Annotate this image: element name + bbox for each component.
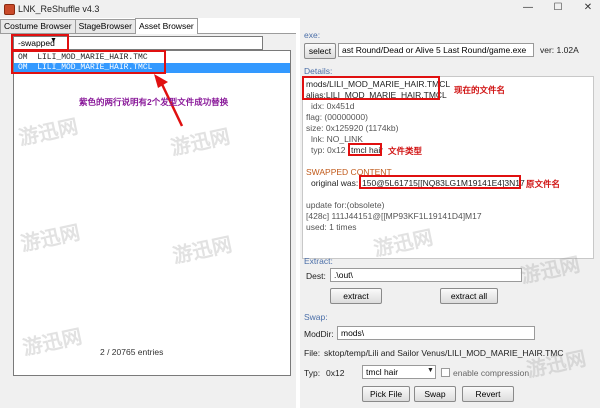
typ-prefix: typ: 0x12	[311, 145, 346, 155]
typ-label: Typ:	[304, 368, 321, 378]
maximize-icon[interactable]: ☐	[552, 2, 564, 13]
details-panel: exe: select ast Round/Dead or Alive 5 La…	[300, 18, 600, 408]
entries-count: 2 / 20765 entries	[100, 347, 164, 357]
asset-browser-panel: -swapped ▼ OM LILI_MOD_MARIE_HAIR.TMC OM…	[0, 34, 296, 408]
note-file-type: 文件类型	[388, 146, 423, 156]
lnk-value: lnk: NO_LINK	[311, 134, 363, 144]
window-title: LNK_ReShuffle v4.3	[18, 4, 100, 14]
swap-section-label: Swap:	[304, 312, 328, 322]
dest-label: Dest:	[306, 271, 326, 281]
typ-select[interactable]: tmcl hair	[362, 365, 436, 379]
watermark: 游迅网	[371, 226, 436, 261]
tab-costume-browser[interactable]: Costume Browser	[0, 19, 76, 33]
extract-section-label: Extract:	[304, 256, 333, 266]
swap-button[interactable]: Swap	[414, 386, 456, 402]
details-section-label: Details:	[304, 66, 333, 76]
size-value: size: 0x125920 (1174kb)	[306, 123, 399, 133]
list-item[interactable]: OM LILI_MOD_MARIE_HAIR.TMC	[14, 53, 290, 63]
typ-value: tmcl hair	[351, 145, 384, 155]
app-icon	[4, 3, 15, 15]
extract-button[interactable]: extract	[330, 288, 382, 304]
swap-annotation-text: 紫色的两行说明有2个发型文件成功替换	[79, 97, 229, 107]
filter-row: -swapped ▼	[13, 36, 293, 50]
title-bar: LNK_ReShuffle v4.3 — ☐ ✕	[0, 0, 600, 18]
note-current-filename: 现在的文件名	[454, 85, 506, 95]
file-label: File:	[304, 348, 321, 358]
alias-path: alias:LILI_MOD_MARIE_HAIR.TMCL	[306, 90, 447, 100]
close-icon[interactable]: ✕	[582, 2, 594, 13]
original-prefix: original was:	[311, 178, 359, 188]
note-original-filename: 原文件名	[526, 179, 561, 189]
moddir-field[interactable]: mods\	[337, 326, 535, 340]
list-item-selected[interactable]: OM LILI_MOD_MARIE_HAIR.TMCL	[14, 63, 290, 73]
minimize-icon[interactable]: —	[522, 2, 534, 13]
used-count: used: 1 times	[306, 222, 357, 232]
tab-stage-browser[interactable]: StageBrowser	[74, 19, 136, 33]
extract-all-button[interactable]: extract all	[440, 288, 498, 304]
mods-path: mods/LILI_MOD_MARIE_HAIR.TMCL	[306, 79, 451, 89]
dest-field[interactable]: .\out\	[330, 268, 522, 282]
revert-button[interactable]: Revert	[462, 386, 514, 402]
select-exe-button[interactable]: select	[304, 43, 336, 59]
compression-label: enable compression	[453, 368, 530, 378]
original-value: 150@5L61715[[NQ83LG1M19141E4]3N17	[362, 178, 525, 188]
window-controls: — ☐ ✕	[522, 2, 594, 13]
version-label: ver: 1.02A	[540, 45, 579, 55]
chevron-down-icon[interactable]: ▼	[427, 367, 434, 374]
swapped-content-title: SWAPPED CONTENT	[306, 167, 392, 177]
flag-value: flag: (00000000)	[306, 112, 368, 122]
tab-bar: Costume Browser StageBrowser Asset Brows…	[0, 18, 296, 34]
pick-file-button[interactable]: Pick File	[362, 386, 410, 402]
tab-asset-browser[interactable]: Asset Browser	[134, 18, 198, 34]
typ-code: 0x12	[326, 368, 345, 378]
moddir-label: ModDir:	[304, 329, 334, 339]
idx-value: idx: 0x451d	[311, 101, 355, 111]
details-box: mods/LILI_MOD_MARIE_HAIR.TMCL alias:LILI…	[302, 76, 594, 261]
file-path: sktop/temp/Lili and Sailor Venus/LILI_MO…	[324, 348, 564, 358]
exe-path-field[interactable]: ast Round/Dead or Alive 5 Last Round/gam…	[338, 43, 534, 57]
update-for: update for:(obsolete)	[306, 200, 385, 210]
chevron-down-icon[interactable]: ▼	[50, 37, 57, 44]
update-line: [428c] 111J44151@[[MP93KF1L19141D4]M17	[306, 211, 482, 221]
exe-section-label: exe:	[304, 30, 321, 40]
compression-checkbox[interactable]	[441, 368, 450, 377]
